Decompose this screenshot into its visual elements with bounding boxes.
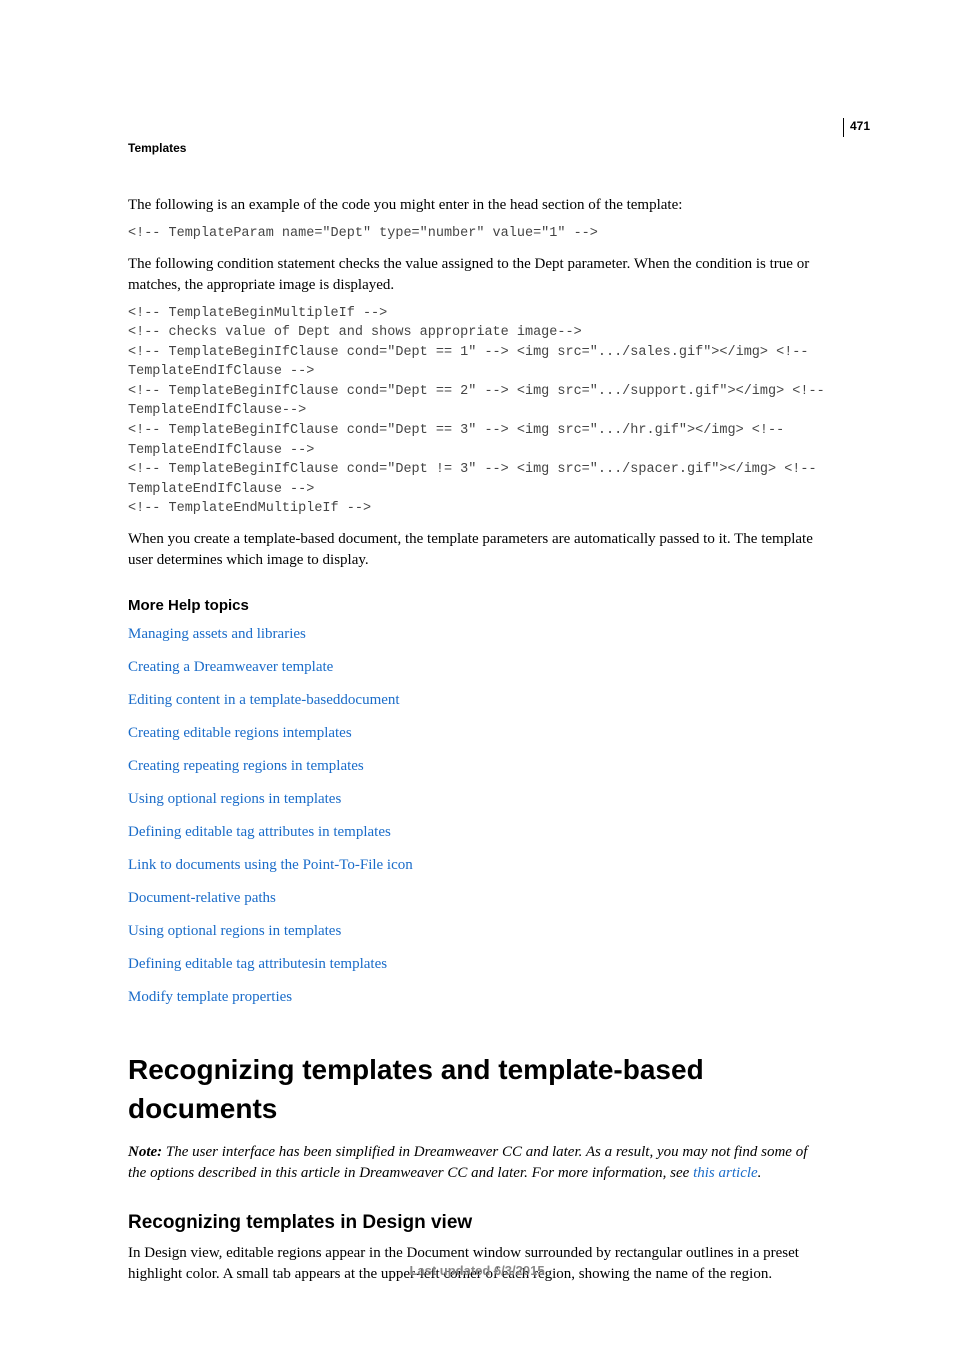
code-block-2: <!-- TemplateBeginMultipleIf --> <!-- ch… [128,304,828,519]
help-link[interactable]: Editing content in a template-baseddocum… [128,690,828,711]
help-link[interactable]: Modify template properties [128,987,828,1008]
help-link[interactable]: Creating repeating regions in templates [128,756,828,777]
help-link[interactable]: Using optional regions in templates [128,921,828,942]
note-text-post: . [758,1165,762,1181]
help-link[interactable]: Document-relative paths [128,888,828,909]
help-link[interactable]: Creating editable regions intemplates [128,723,828,744]
note-label: Note: [128,1144,162,1160]
help-link[interactable]: Defining editable tag attributesin templ… [128,954,828,975]
help-links-list: Managing assets and libraries Creating a… [128,624,828,1008]
code-block-1: <!-- TemplateParam name="Dept" type="num… [128,224,828,244]
note-link[interactable]: this article [693,1165,758,1181]
section-title: Recognizing templates and template-based… [128,1050,828,1128]
help-topics-heading: More Help topics [128,595,828,616]
subheading: Recognizing templates in Design view [128,1210,828,1237]
page-number: 471 [843,118,870,137]
help-link[interactable]: Managing assets and libraries [128,624,828,645]
help-link[interactable]: Link to documents using the Point-To-Fil… [128,855,828,876]
intro-paragraph-2: The following condition statement checks… [128,254,828,296]
page-content: The following is an example of the code … [128,195,828,1293]
help-link[interactable]: Using optional regions in templates [128,789,828,810]
help-link[interactable]: Creating a Dreamweaver template [128,657,828,678]
intro-paragraph-1: The following is an example of the code … [128,195,828,216]
page-footer: Last updated 6/3/2015 [0,1262,954,1280]
section-header: Templates [128,140,186,157]
outro-paragraph: When you create a template-based documen… [128,529,828,571]
note-paragraph: Note: The user interface has been simpli… [128,1142,828,1184]
help-link[interactable]: Defining editable tag attributes in temp… [128,822,828,843]
